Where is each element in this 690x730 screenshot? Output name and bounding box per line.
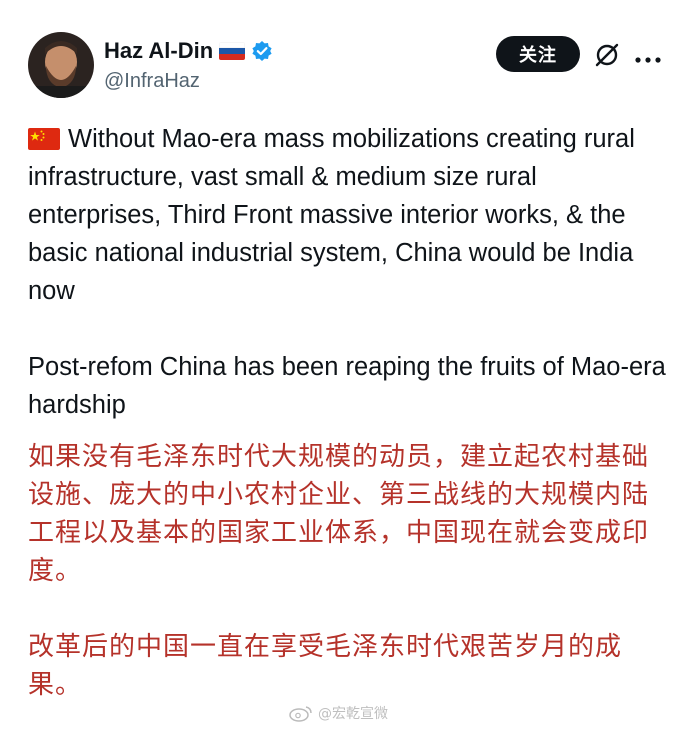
translation-paragraph-2: 改革后的中国一直在享受毛泽东时代艰苦岁月的成果。 bbox=[28, 632, 623, 700]
follow-button[interactable]: 关注 bbox=[496, 36, 580, 72]
grok-icon[interactable] bbox=[594, 42, 620, 68]
china-flag-icon bbox=[28, 123, 60, 150]
translation-text: 如果没有毛泽东时代大规模的动员，建立起农村基础设施、庞大的中小农村企业、第三战线… bbox=[28, 438, 668, 704]
translation-paragraph-1: 如果没有毛泽东时代大规模的动员，建立起农村基础设施、庞大的中小农村企业、第三战线… bbox=[28, 442, 650, 586]
tweet-text: Without Mao-era mass mobilizations creat… bbox=[28, 120, 673, 424]
russia-flag-icon bbox=[219, 42, 246, 60]
watermark: @宏乾宣微 bbox=[288, 703, 388, 723]
verified-badge-icon bbox=[251, 40, 273, 62]
avatar[interactable] bbox=[28, 32, 94, 98]
author-handle[interactable]: @InfraHaz bbox=[104, 70, 200, 93]
tweet-paragraph-1-text: Without Mao-era mass mobilizations creat… bbox=[28, 125, 635, 305]
more-options-icon[interactable] bbox=[634, 50, 662, 63]
weibo-icon bbox=[288, 704, 314, 722]
tweet-paragraph-2: Post-refom China has been reaping the fr… bbox=[28, 353, 666, 419]
watermark-text: @宏乾宣微 bbox=[318, 706, 388, 722]
author-name-row: Haz Al-Din bbox=[104, 38, 273, 64]
tweet-paragraph-1: Without Mao-era mass mobilizations creat… bbox=[28, 120, 673, 310]
author-display-name[interactable]: Haz Al-Din bbox=[104, 38, 213, 64]
